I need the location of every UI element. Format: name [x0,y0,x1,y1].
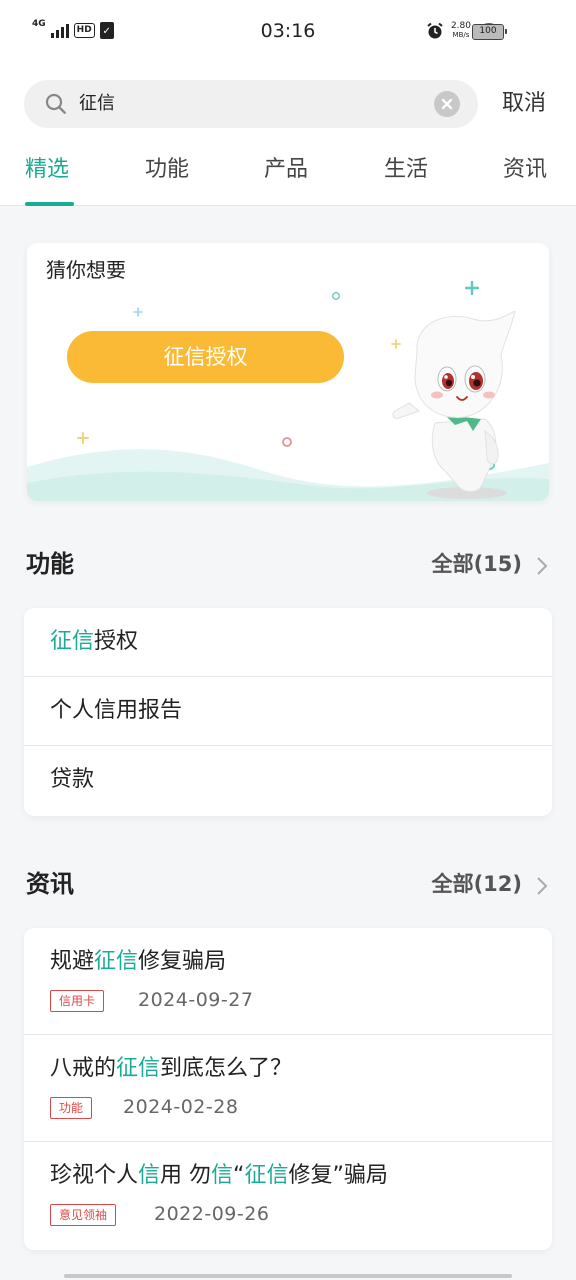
speed-unit: MB/s [452,31,470,39]
suggestion-title: 猜你想要 [46,258,126,282]
title-text: 用 勿 [160,1163,212,1188]
mascot-illustration [392,311,516,499]
title-text: 规避 [50,949,95,974]
chevron-right-icon[interactable] [536,556,548,576]
header: 征信 取消 精选 功能 产品 生活 资讯 [0,64,576,206]
search-input[interactable]: 征信 [24,80,478,128]
function-item-label: 征信授权 [50,625,138,659]
news-title: 八戒的征信到底怎么了？ [50,1052,292,1086]
news-title: 规避征信修复骗局 [50,945,226,979]
category-tag: 信用卡 [50,990,105,1012]
category-tag: 意见领袖 [50,1204,117,1226]
tab-indicator [25,202,74,206]
functions-list: 征信授权 个人信用报告 贷款 [24,608,552,816]
news-item[interactable]: 规避征信修复骗局 信用卡 2024-09-27 [24,928,552,1035]
network-speed: 2.80 MB/s [451,22,471,40]
tab-products[interactable]: 产品 [264,154,308,186]
title-text: 修复骗局 [138,949,227,974]
home-indicator[interactable] [64,1274,512,1278]
function-item-label: 个人信用报告 [50,698,183,723]
keyword-highlight: 征信 [94,949,139,974]
title-text: 修复”骗局 [288,1163,388,1188]
title-text: “ [233,1163,245,1188]
tab-functions[interactable]: 功能 [145,154,189,186]
news-section-title: 资讯 [26,870,74,898]
news-item[interactable]: 珍视个人信用 勿信“征信修复”骗局 意见领袖 2022-09-26 [24,1142,552,1249]
news-date: 2022-09-26 [154,1203,270,1225]
function-item-loan[interactable]: 贷款 [24,746,552,815]
keyword-highlight: 征信 [244,1163,289,1188]
functions-section-title: 功能 [26,550,74,578]
keyword-highlight: 征信 [116,1056,161,1081]
function-item-credit-authorization[interactable]: 征信授权 [24,608,552,677]
keyword-highlight: 信 [211,1163,234,1188]
news-date: 2024-02-28 [123,1096,239,1118]
function-item-text: 授权 [94,629,139,654]
title-text: 八戒的 [50,1056,117,1081]
function-item-credit-report[interactable]: 个人信用报告 [24,677,552,746]
category-tag: 功能 [50,1097,93,1119]
alarm-icon [427,22,443,39]
tab-bar: 精选 功能 产品 生活 资讯 [0,152,576,206]
chevron-right-icon[interactable] [536,876,548,896]
circle-decoration [282,437,292,447]
news-date: 2024-09-27 [138,989,254,1011]
cancel-button[interactable]: 取消 [502,88,546,120]
keyword-highlight: 征信 [50,629,95,654]
tab-life[interactable]: 生活 [384,154,428,186]
battery-icon: 100 [472,24,507,40]
functions-view-all-link[interactable]: 全部(15) [432,546,522,582]
credit-authorization-button[interactable]: 征信授权 [67,331,344,383]
news-item[interactable]: 八戒的征信到底怎么了？ 功能 2024-02-28 [24,1035,552,1142]
speed-value: 2.80 [450,21,471,31]
battery-level: 100 [472,24,507,40]
status-bar: 4G HD ✓ 03:16 2.80 MB/s 100 [0,0,576,64]
news-view-all-link[interactable]: 全部(12) [432,866,522,902]
title-text: 到底怎么了？ [160,1056,293,1081]
tab-news[interactable]: 资讯 [503,154,547,186]
news-list: 规避征信修复骗局 信用卡 2024-09-27 八戒的征信到底怎么了？ 功能 2… [24,928,552,1250]
circle-decoration [331,291,341,301]
tab-featured[interactable]: 精选 [25,154,69,186]
title-text: 珍视个人 [50,1163,139,1188]
sparkle-icon [77,432,89,444]
search-query: 征信 [79,93,115,114]
sparkle-icon [133,307,143,317]
function-item-label: 贷款 [50,767,95,792]
suggestion-card: 猜你想要 征信授权 [27,243,549,501]
news-title: 珍视个人信用 勿信“征信修复”骗局 [50,1159,388,1193]
sparkle-icon [465,281,479,295]
search-icon [45,93,66,114]
clear-icon[interactable] [434,91,460,117]
keyword-highlight: 信 [138,1163,161,1188]
